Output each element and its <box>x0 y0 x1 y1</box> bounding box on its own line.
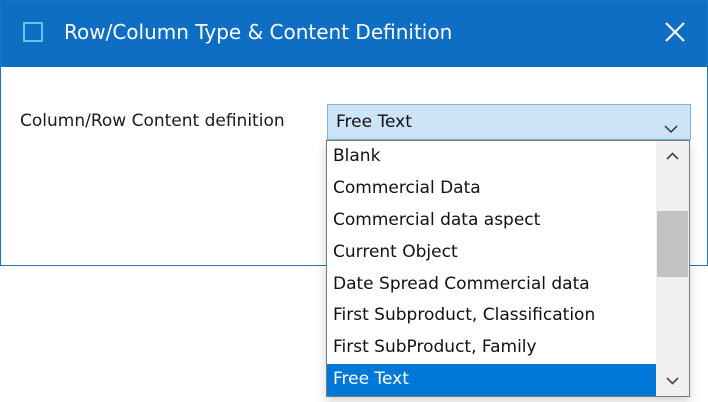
title-bar[interactable]: Row/Column Type & Content Definition <box>1 1 707 67</box>
list-item-first-subproduct-classification[interactable]: First Subproduct, Classification <box>327 300 656 332</box>
scrollbar-thumb[interactable] <box>657 211 688 277</box>
list-item-first-subproduct-family[interactable]: First SubProduct, Family <box>327 332 656 364</box>
scroll-up-button[interactable] <box>656 141 689 171</box>
dropdown-list: Blank Commercial Data Commercial data as… <box>326 140 690 397</box>
content-definition-label: Column/Row Content definition <box>20 111 285 131</box>
list-item-commercial-data-aspect[interactable]: Commercial data aspect <box>327 205 656 237</box>
option-list: Blank Commercial Data Commercial data as… <box>327 141 656 396</box>
window-title: Row/Column Type & Content Definition <box>64 20 453 44</box>
chevron-down-icon <box>666 377 679 385</box>
list-item-current-object[interactable]: Current Object <box>327 237 656 269</box>
scroll-down-button[interactable] <box>656 366 689 396</box>
content-definition-combobox[interactable]: Free Text <box>327 104 691 140</box>
list-item-blank[interactable]: Blank <box>327 141 656 173</box>
chevron-up-icon <box>666 152 679 160</box>
list-item-commercial-data[interactable]: Commercial Data <box>327 173 656 205</box>
close-icon <box>665 22 685 42</box>
list-item-free-text[interactable]: Free Text <box>327 364 656 396</box>
close-button[interactable] <box>647 1 707 67</box>
list-item-date-spread-commercial-data[interactable]: Date Spread Commercial data <box>327 269 656 301</box>
chevron-down-icon <box>664 119 678 138</box>
combobox-value: Free Text <box>336 112 412 132</box>
vertical-scrollbar[interactable] <box>656 141 689 396</box>
app-icon <box>23 22 43 42</box>
